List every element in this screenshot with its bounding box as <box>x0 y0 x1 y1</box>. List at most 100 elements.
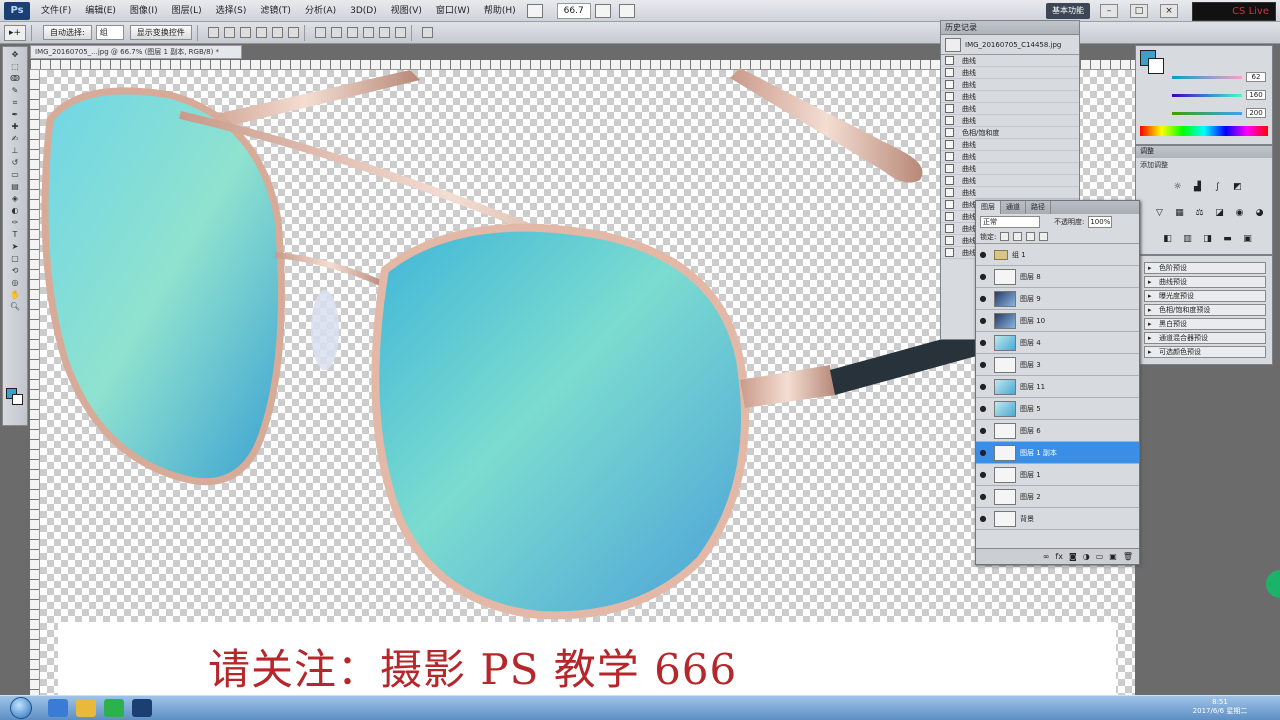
side-float-button[interactable] <box>1266 570 1280 598</box>
color-panel-bg-swatch[interactable] <box>1148 58 1164 74</box>
hue-saturation-icon[interactable]: ▦ <box>1174 208 1185 219</box>
align-top-icon[interactable] <box>207 27 219 38</box>
preset-item[interactable]: 色阶预设 <box>1144 262 1266 274</box>
preset-item[interactable]: 曲线预设 <box>1144 276 1266 288</box>
lock-transparent-icon[interactable] <box>1000 232 1010 241</box>
channel-mixer-icon[interactable]: ◕ <box>1254 208 1265 219</box>
arrange-documents-icon[interactable] <box>594 3 611 18</box>
quick-select-tool-icon[interactable]: ✎ <box>5 86 25 95</box>
history-row[interactable]: 曲线 <box>941 67 1079 79</box>
lock-position-icon[interactable] <box>1026 232 1036 241</box>
opacity-field[interactable]: 100% <box>1088 216 1113 228</box>
menu-3d[interactable]: 3D(D) <box>343 2 384 20</box>
align-center-icon[interactable] <box>271 27 283 38</box>
vertical-ruler[interactable] <box>30 70 40 720</box>
menu-select[interactable]: 选择(S) <box>209 2 254 20</box>
zoom-field[interactable]: 66.7 <box>556 2 591 19</box>
brightness-icon[interactable]: ☼ <box>1172 182 1183 193</box>
dodge-tool-icon[interactable]: ◐ <box>5 206 25 215</box>
blue-slider[interactable] <box>1172 112 1242 115</box>
vibrance-icon[interactable]: ▽ <box>1154 208 1165 219</box>
workspace-button[interactable]: 基本功能 <box>1046 3 1090 19</box>
screen-mode-icon[interactable] <box>526 3 543 18</box>
background-color-swatch[interactable] <box>12 394 23 405</box>
visibility-eye-icon[interactable]: ● <box>976 316 990 325</box>
history-brush-tool-icon[interactable]: ↺ <box>5 158 25 167</box>
show-transform-checkbox[interactable]: 显示变换控件 <box>129 25 192 40</box>
layer-row[interactable]: ● 图层 5 <box>976 398 1139 420</box>
ie-icon[interactable] <box>48 699 68 717</box>
threshold-icon[interactable]: ◨ <box>1202 234 1213 245</box>
3d-rotate-tool-icon[interactable]: ⟲ <box>5 266 25 275</box>
red-value[interactable]: 62 <box>1246 72 1266 82</box>
preset-item[interactable]: 可选颜色预设 <box>1144 346 1266 358</box>
posterize-icon[interactable]: ▥ <box>1182 234 1193 245</box>
distribute-top-icon[interactable] <box>314 27 326 38</box>
visibility-eye-icon[interactable]: ● <box>976 492 990 501</box>
menu-image[interactable]: 图像(I) <box>123 2 165 20</box>
blue-value[interactable]: 200 <box>1246 108 1266 118</box>
explorer-icon[interactable] <box>76 699 96 717</box>
gradient-map-icon[interactable]: ▬ <box>1222 234 1233 245</box>
history-row[interactable]: 曲线 <box>941 55 1079 67</box>
green-slider[interactable] <box>1172 94 1242 97</box>
layer-row[interactable]: ● 图层 11 <box>976 376 1139 398</box>
lock-pixels-icon[interactable] <box>1013 232 1023 241</box>
visibility-eye-icon[interactable]: ● <box>976 382 990 391</box>
marquee-tool-icon[interactable]: ⬚ <box>5 62 25 71</box>
history-row[interactable]: 曲线 <box>941 79 1079 91</box>
history-row[interactable]: 曲线 <box>941 91 1079 103</box>
history-row[interactable]: 曲线 <box>941 115 1079 127</box>
distribute-middle-icon[interactable] <box>330 27 342 38</box>
red-slider[interactable] <box>1172 76 1242 79</box>
link-layers-icon[interactable]: ∞ <box>1043 552 1050 561</box>
preset-item[interactable]: 黑白预设 <box>1144 318 1266 330</box>
rotate-view-icon[interactable] <box>618 3 635 18</box>
menu-layer[interactable]: 图层(L) <box>165 2 209 20</box>
visibility-eye-icon[interactable]: ● <box>976 294 990 303</box>
visibility-eye-icon[interactable]: ● <box>976 470 990 479</box>
hand-tool-icon[interactable]: ✋ <box>5 290 25 299</box>
visibility-eye-icon[interactable]: ● <box>976 338 990 347</box>
menu-file[interactable]: 文件(F) <box>34 2 78 20</box>
type-tool-icon[interactable]: T <box>5 230 25 239</box>
layer-row[interactable]: ● 图层 10 <box>976 310 1139 332</box>
new-group-icon[interactable]: ▭ <box>1096 552 1104 561</box>
lasso-tool-icon[interactable]: ↂ <box>5 74 25 83</box>
distribute-left-icon[interactable] <box>362 27 374 38</box>
brush-tool-icon[interactable]: ✍ <box>5 134 25 143</box>
delete-layer-icon[interactable]: 🗑︎ <box>1123 552 1133 561</box>
color-balance-icon[interactable]: ⚖ <box>1194 208 1205 219</box>
gradient-tool-icon[interactable]: ▤ <box>5 182 25 191</box>
history-row[interactable]: 曲线 <box>941 163 1079 175</box>
layer-row[interactable]: ● 背景 <box>976 508 1139 530</box>
auto-select-checkbox[interactable]: 自动选择: <box>43 25 92 40</box>
selective-color-icon[interactable]: ▣ <box>1242 234 1253 245</box>
exposure-icon[interactable]: ◩ <box>1232 182 1243 193</box>
layer-row[interactable]: ● 图层 4 <box>976 332 1139 354</box>
black-white-icon[interactable]: ◪ <box>1214 208 1225 219</box>
start-button[interactable] <box>10 697 32 719</box>
clone-stamp-tool-icon[interactable]: ⊥ <box>5 146 25 155</box>
tab-layers[interactable]: 图层 <box>976 201 1001 214</box>
layer-row[interactable]: ● 图层 8 <box>976 266 1139 288</box>
layer-row[interactable]: ● 图层 3 <box>976 354 1139 376</box>
history-row[interactable]: 曲线 <box>941 151 1079 163</box>
photoshop-taskbar-icon[interactable] <box>132 699 152 717</box>
history-row[interactable]: 色相/饱和度 <box>941 127 1079 139</box>
lock-all-icon[interactable] <box>1039 232 1049 241</box>
visibility-eye-icon[interactable]: ● <box>976 250 990 259</box>
auto-align-icon[interactable] <box>421 27 433 38</box>
healing-brush-tool-icon[interactable]: ✚ <box>5 122 25 131</box>
move-tool-preset-icon[interactable]: ▸+ <box>4 24 26 41</box>
distribute-center-icon[interactable] <box>378 27 390 38</box>
new-layer-icon[interactable]: ▣ <box>1109 552 1117 561</box>
path-select-tool-icon[interactable]: ➤ <box>5 242 25 251</box>
zoom-tool-icon[interactable]: 🔍︎ <box>5 302 25 311</box>
menu-help[interactable]: 帮助(H) <box>477 2 523 20</box>
foreground-background-colors[interactable] <box>6 388 24 406</box>
distribute-bottom-icon[interactable] <box>346 27 358 38</box>
levels-icon[interactable]: ▟ <box>1192 182 1203 193</box>
history-panel-title[interactable]: 历史记录 <box>941 21 1079 35</box>
align-left-icon[interactable] <box>255 27 267 38</box>
